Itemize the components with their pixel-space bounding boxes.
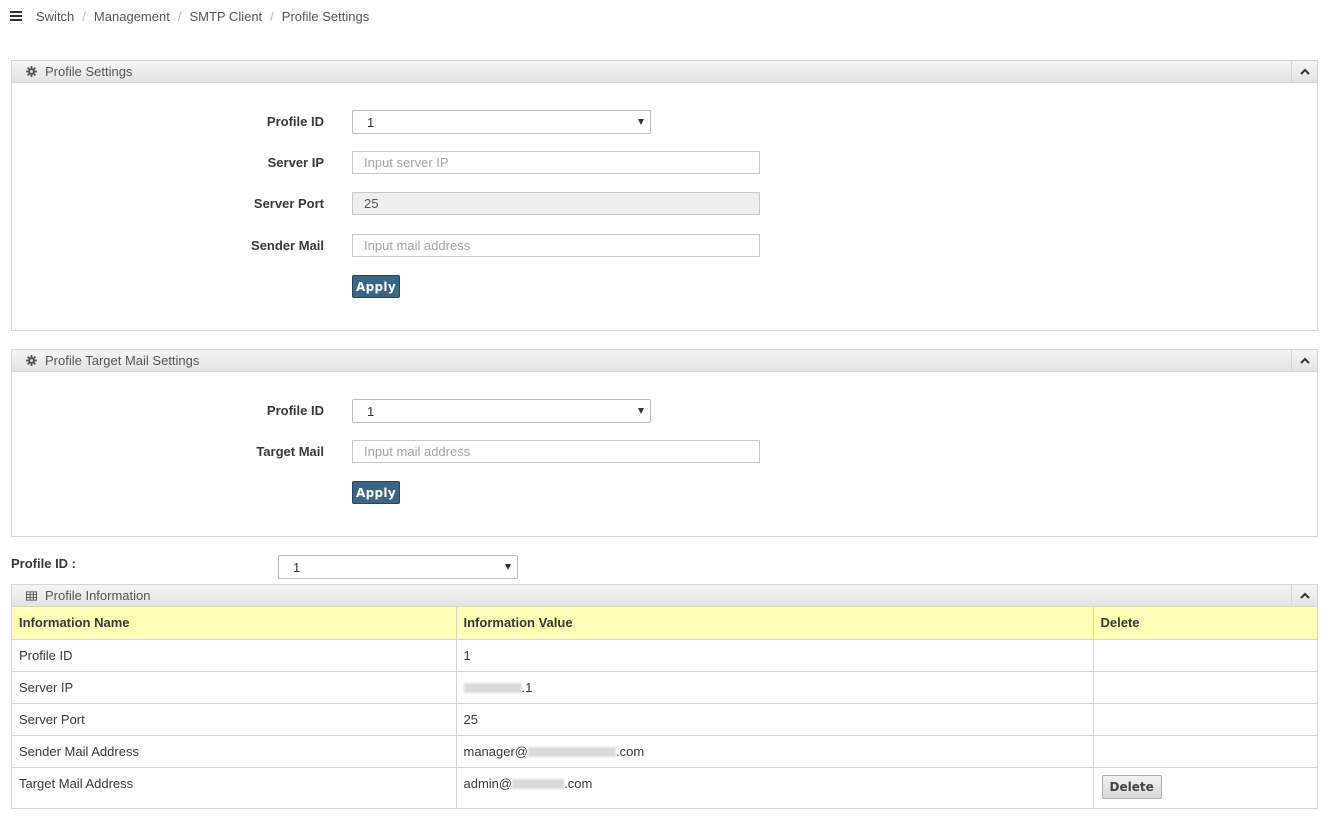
table-icon (26, 590, 37, 601)
target-profile-id-select[interactable]: 1 (352, 399, 651, 423)
breadcrumb-separator: / (270, 8, 274, 24)
table-row: Server IP .1 (12, 671, 1317, 704)
profile-id-select[interactable]: 1 (352, 110, 651, 134)
gear-icon (26, 66, 37, 77)
info-name-cell: Sender Mail Address (12, 735, 457, 768)
delete-cell (1093, 671, 1317, 704)
column-header: Delete (1093, 607, 1317, 640)
info-value-cell: 25 (456, 703, 1094, 736)
profile-information-header: Profile Information (12, 585, 1317, 607)
delete-cell (1093, 703, 1317, 736)
panel-title: Profile Information (45, 588, 151, 603)
info-value-prefix: admin@ (463, 775, 513, 791)
chevron-up-icon (1299, 357, 1310, 364)
profile-settings-header: Profile Settings (12, 61, 1317, 83)
profile-id-label: Profile ID (266, 114, 324, 129)
caret-down-icon (638, 408, 644, 414)
profile-filter-selected-value: 1 (293, 560, 301, 575)
breadcrumb-separator: / (82, 8, 86, 24)
breadcrumb-separator: / (177, 8, 182, 24)
server-port-label: Server Port (253, 196, 324, 211)
table-row: Profile ID 1 (12, 639, 1317, 672)
delete-button[interactable]: Delete (1101, 774, 1162, 799)
breadcrumb-smtp-client[interactable]: SMTP Client (189, 9, 262, 24)
profile-filter-select[interactable]: 1 (278, 555, 518, 579)
info-name-cell: Target Mail Address (12, 767, 457, 809)
panel-title: Profile Settings (45, 64, 133, 79)
collapse-button[interactable] (1291, 61, 1317, 82)
server-port-input[interactable] (352, 192, 760, 215)
delete-cell (1093, 735, 1317, 768)
info-value-suffix: .com (564, 775, 593, 791)
breadcrumb-switch[interactable]: Switch (36, 9, 74, 24)
info-value-cell: 1 (456, 639, 1094, 672)
profile-id-label: Profile ID (266, 403, 324, 418)
sender-mail-label: Sender Mail (251, 238, 324, 253)
profile-filter-label: Profile ID : (11, 556, 77, 571)
target-mail-settings-header: Profile Target Mail Settings (12, 350, 1317, 372)
sender-mail-input[interactable] (352, 234, 760, 257)
info-value-cell: manager@ .com (456, 735, 1094, 768)
server-ip-label: Server IP (267, 155, 324, 170)
redacted-text (512, 778, 565, 789)
column-header: Information Name (12, 607, 457, 640)
column-header: Information Value (456, 607, 1094, 640)
breadcrumb-management[interactable]: Management (94, 9, 170, 24)
chevron-up-icon (1299, 68, 1310, 75)
delete-cell: Delete (1093, 767, 1317, 809)
info-value-suffix: .1 (521, 679, 533, 695)
table-row: Server Port 25 (12, 703, 1317, 736)
collapse-button[interactable] (1291, 585, 1317, 606)
target-mail-settings-panel: Profile Target Mail Settings Profile ID … (11, 349, 1318, 537)
target-mail-row: Target Mail (12, 440, 1317, 464)
profile-id-selected-value: 1 (367, 115, 375, 130)
caret-down-icon (638, 119, 644, 125)
info-value-cell: .1 (456, 671, 1094, 704)
redacted-text (463, 682, 522, 693)
panel-title: Profile Target Mail Settings (45, 353, 200, 368)
caret-down-icon (505, 564, 511, 570)
server-ip-row: Server IP (12, 151, 1317, 175)
collapse-button[interactable] (1291, 350, 1317, 371)
chevron-up-icon (1299, 592, 1310, 599)
server-ip-input[interactable] (352, 151, 760, 174)
target-mail-label: Target Mail (256, 444, 324, 459)
profile-settings-panel: Profile Settings Profile ID 1 Server IP … (11, 60, 1318, 331)
table-row: Sender Mail Address manager@ .com (12, 735, 1317, 768)
info-value-suffix: .com (616, 743, 645, 759)
redacted-text (528, 746, 617, 757)
info-name-cell: Server Port (12, 703, 457, 736)
profile-id-selected-value: 1 (367, 404, 375, 419)
info-value-prefix: manager@ (463, 743, 529, 759)
apply-button[interactable]: Apply (352, 275, 400, 298)
hamburger-icon[interactable] (10, 11, 22, 21)
info-value-cell: admin@ .com (456, 767, 1094, 809)
breadcrumb-profile-settings: Profile Settings (281, 8, 370, 24)
info-name-cell: Profile ID (12, 639, 457, 672)
server-port-row: Server Port (12, 192, 1317, 216)
profile-id-row: Profile ID 1 (12, 110, 1317, 134)
profile-information-table: Information Name Information Value Delet… (12, 607, 1317, 809)
table-row: Target Mail Address admin@ .com Delete (12, 767, 1317, 809)
gear-icon (26, 355, 37, 366)
info-name-cell: Server IP (12, 671, 457, 704)
profile-information-panel: Profile Information Information Name Inf… (11, 584, 1318, 809)
sender-mail-row: Sender Mail (12, 234, 1317, 258)
target-profile-id-row: Profile ID 1 (12, 399, 1317, 423)
delete-cell (1093, 639, 1317, 672)
target-mail-input[interactable] (352, 440, 760, 463)
apply-button[interactable]: Apply (352, 481, 400, 504)
breadcrumb: Switch / Management / SMTP Client / Prof… (10, 6, 369, 26)
table-header-row: Information Name Information Value Delet… (12, 607, 1317, 640)
